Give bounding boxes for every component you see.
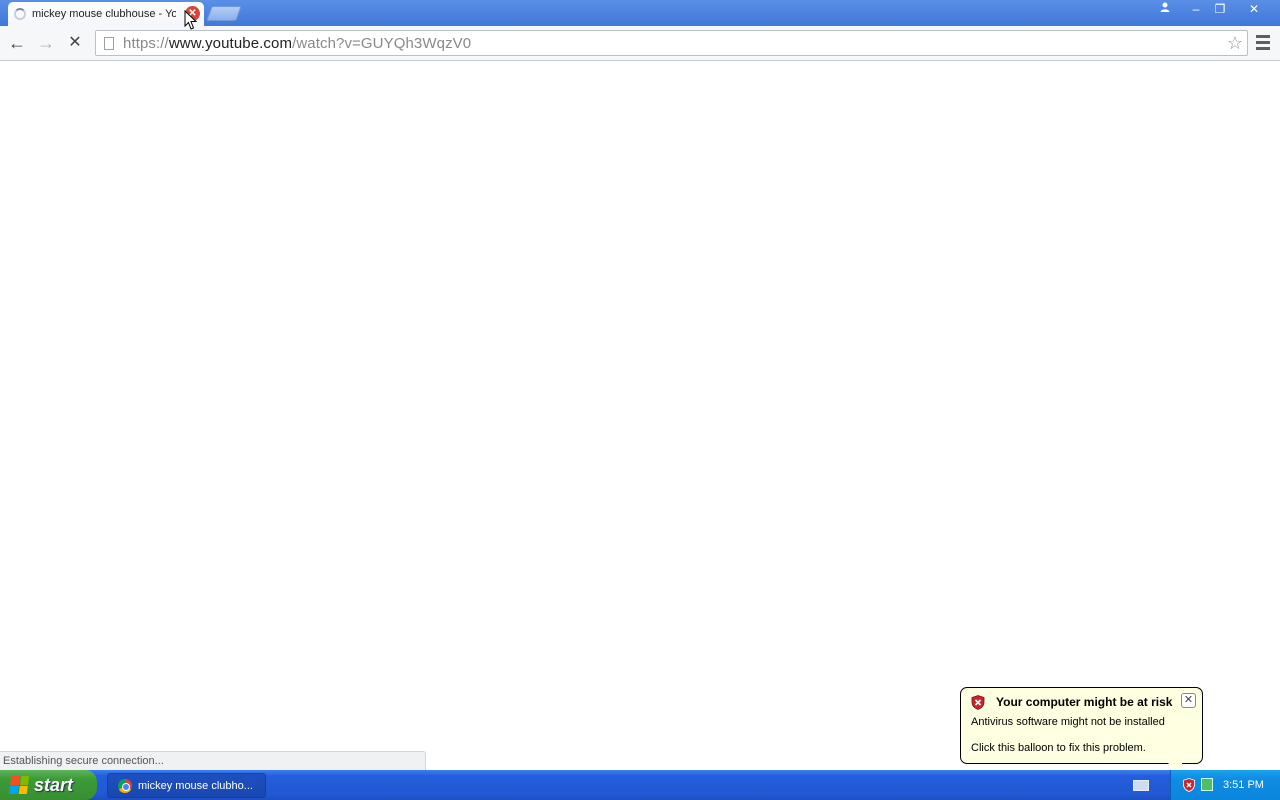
balloon-message: Antivirus software might not be installe… bbox=[971, 716, 1165, 728]
forward-button[interactable]: → bbox=[34, 32, 58, 54]
windows-flag-icon bbox=[8, 776, 30, 794]
close-window-button[interactable]: ✕ bbox=[1242, 1, 1266, 17]
address-bar[interactable]: https://www.youtube.com/watch?v=GUYQh3Wq… bbox=[95, 30, 1248, 56]
keyboard-icon[interactable] bbox=[1133, 780, 1149, 791]
start-label: start bbox=[34, 774, 74, 795]
clock[interactable]: 3:51 PM bbox=[1223, 770, 1264, 800]
taskbar-item-label: mickey mouse clubho... bbox=[138, 779, 253, 792]
url-path: /watch?v=GUYQh3WqzV0 bbox=[292, 34, 472, 52]
system-tray: 3:51 PM bbox=[1170, 770, 1280, 800]
security-balloon[interactable]: Your computer might be at risk ✕ Antivir… bbox=[960, 687, 1203, 764]
network-icon[interactable] bbox=[1201, 778, 1213, 791]
user-icon[interactable] bbox=[1153, 1, 1177, 17]
stop-button[interactable]: ✕ bbox=[63, 32, 87, 54]
tab-active[interactable]: mickey mouse clubhouse - Yo ✕ bbox=[8, 2, 204, 26]
minimize-button[interactable]: – bbox=[1184, 1, 1208, 17]
chrome-icon bbox=[118, 778, 132, 793]
taskbar: start mickey mouse clubho... 3:51 PM bbox=[0, 770, 1280, 800]
page-content bbox=[0, 61, 1280, 770]
balloon-title: Your computer might be at risk bbox=[996, 695, 1173, 709]
chrome-menu-icon[interactable] bbox=[1254, 32, 1272, 52]
bookmark-star-icon[interactable]: ☆ bbox=[1227, 33, 1243, 54]
loading-spinner-icon bbox=[14, 8, 26, 20]
mouse-cursor-icon bbox=[184, 10, 197, 30]
url-text[interactable]: https://www.youtube.com/watch?v=GUYQh3Wq… bbox=[123, 35, 471, 52]
status-bubble: Establishing secure connection... bbox=[0, 751, 426, 771]
back-button[interactable]: ← bbox=[5, 32, 29, 54]
balloon-action-text: Click this balloon to fix this problem. bbox=[971, 742, 1146, 754]
security-alert-tray-icon[interactable] bbox=[1183, 778, 1195, 792]
new-tab-button[interactable] bbox=[206, 6, 242, 21]
balloon-close-button[interactable]: ✕ bbox=[1181, 693, 1196, 708]
start-button[interactable]: start bbox=[0, 770, 97, 800]
url-host: www.youtube.com bbox=[168, 34, 293, 52]
tab-title: mickey mouse clubhouse - Yo bbox=[32, 8, 176, 20]
taskbar-item-chrome[interactable]: mickey mouse clubho... bbox=[107, 773, 266, 798]
url-scheme: https:// bbox=[123, 34, 169, 52]
security-shield-icon bbox=[971, 694, 985, 710]
restore-button[interactable]: ❐ bbox=[1208, 1, 1232, 17]
browser-toolbar: ← → ✕ https://www.youtube.com/watch?v=GU… bbox=[0, 26, 1280, 61]
page-icon bbox=[104, 36, 114, 50]
